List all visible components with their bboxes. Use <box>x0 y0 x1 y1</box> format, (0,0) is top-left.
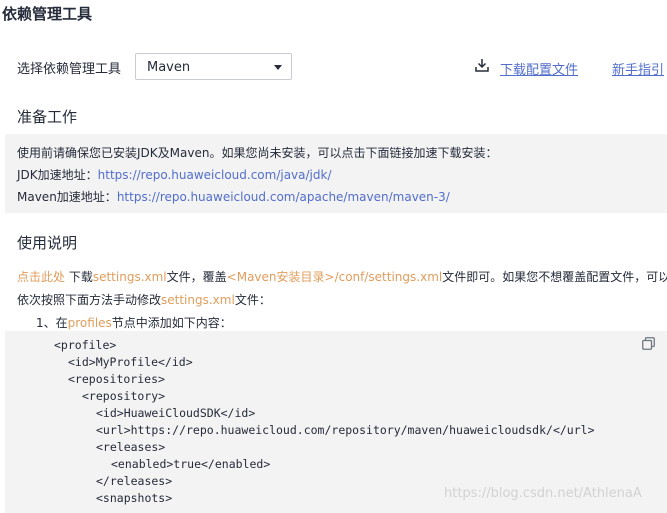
prep-section-title: 准备工作 <box>17 108 78 126</box>
usage-text: 文件，覆盖 <box>166 270 227 284</box>
usage-text: 依次按照下面方法手动修改 <box>17 293 162 307</box>
usage-text: 文件： <box>234 293 271 307</box>
code-line: <snapshots> <box>96 491 173 505</box>
profiles-node-name: profiles <box>67 316 112 330</box>
caret-down-icon <box>274 65 282 70</box>
code-line: <repositories> <box>68 372 165 386</box>
maven-mirror-label: Maven加速地址： <box>17 190 117 204</box>
tool-select-label: 选择依赖管理工具 <box>17 62 122 77</box>
code-line: <url>https://repo.huaweicloud.com/reposi… <box>96 423 595 437</box>
usage-text: 文件即可。如果您不想覆盖配置文件，可以 <box>442 270 667 284</box>
settings-file-name: settings.xml <box>161 293 235 307</box>
code-line: <id>HuaweiCloudSDK</id> <box>96 406 256 420</box>
jdk-mirror-line: JDK加速地址：https://repo.huaweicloud.com/jav… <box>17 166 332 183</box>
beginner-guide-link[interactable]: 新手指引 <box>612 59 664 78</box>
prep-intro-text: 使用前请确保您已安装JDK及Maven。如果您尚未安装，可以点击下面链接加速下载… <box>17 146 498 160</box>
copy-icon[interactable] <box>642 337 655 350</box>
download-config-link[interactable]: 下载配置文件 <box>500 59 578 78</box>
maven-mirror-link[interactable]: https://repo.huaweicloud.com/apache/mave… <box>117 190 450 204</box>
usage-section-title: 使用说明 <box>17 234 78 252</box>
step-1-suffix: 节点中添加如下内容： <box>111 316 232 330</box>
usage-text: 下载 <box>65 270 93 284</box>
code-line: <enabled>true</enabled> <box>111 457 271 471</box>
settings-file-name: settings.xml <box>92 270 167 284</box>
usage-line-1: 点击此处 下载settings.xml文件，覆盖<Maven安装目录>/conf… <box>17 268 667 285</box>
watermark: https://blog.csdn.net/AthlenaA <box>444 486 642 501</box>
select-value: Maven <box>147 60 191 75</box>
maven-mirror-line: Maven加速地址：https://repo.huaweicloud.com/a… <box>17 188 450 205</box>
code-line: <repository> <box>82 389 166 403</box>
download-icon[interactable] <box>475 58 489 72</box>
code-line: <releases> <box>96 440 166 454</box>
prep-panel: 使用前请确保您已安装JDK及Maven。如果您尚未安装，可以点击下面链接加速下载… <box>5 134 667 213</box>
jdk-mirror-link[interactable]: https://repo.huaweicloud.com/java/jdk/ <box>98 168 332 182</box>
click-here-link[interactable]: 点击此处 <box>17 270 65 284</box>
code-line: <profile> <box>54 338 117 352</box>
step-1-prefix: 1、在 <box>36 316 68 330</box>
step-1: 1、在profiles节点中添加如下内容： <box>36 314 232 331</box>
code-line: <id>MyProfile</id> <box>68 355 193 369</box>
usage-line-2: 依次按照下面方法手动修改settings.xml文件： <box>17 291 271 308</box>
page-title: 依赖管理工具 <box>2 5 93 23</box>
dependency-tool-select[interactable]: Maven <box>135 53 292 80</box>
code-line: </releases> <box>96 474 173 488</box>
jdk-mirror-label: JDK加速地址： <box>17 168 98 182</box>
maven-install-path: <Maven安装目录>/conf/settings.xml <box>226 270 443 284</box>
tool-select-row: 选择依赖管理工具 Maven 下载配置文件 新手指引 <box>17 53 667 81</box>
